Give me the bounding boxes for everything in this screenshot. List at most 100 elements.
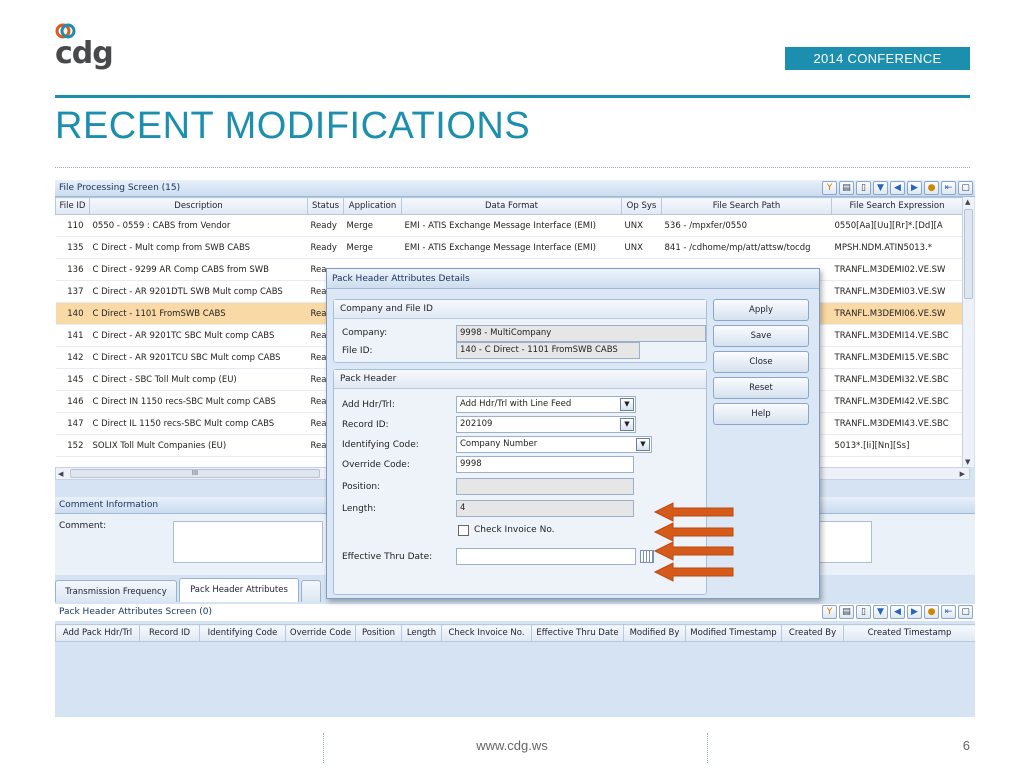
- callout-arrow-icon: [653, 562, 734, 582]
- table-cell: MPSH.NDM.ATIN5013.*: [831, 236, 963, 259]
- table-row[interactable]: 110 0550 - 0559 : CABS from Vendor Ready Me…: [55, 214, 963, 237]
- footer-url[interactable]: www.cdg.ws: [0, 738, 1024, 753]
- table-cell: TRANFL.M3DEMI02.VE.SW: [831, 258, 963, 281]
- next-icon[interactable]: ▶: [907, 181, 922, 195]
- col-header[interactable]: Description: [89, 197, 308, 215]
- record-id-dropdown[interactable]: 202109 ▼: [456, 416, 636, 433]
- table-cell: 0550 - 0559 : CABS from Vendor: [89, 214, 308, 237]
- comment-textarea-end[interactable]: [815, 521, 872, 563]
- check-invoice-label: Check Invoice No.: [474, 525, 555, 535]
- file-id-label: File ID:: [342, 346, 373, 356]
- tab-pack-header-attributes[interactable]: Pack Header Attributes: [179, 578, 299, 602]
- col-header[interactable]: Modified Timestamp: [685, 624, 782, 642]
- prev-icon[interactable]: ◀: [890, 181, 905, 195]
- table-cell: EMI - ATIS Exchange Message Interface (E…: [401, 236, 622, 259]
- tab-transmission-frequency[interactable]: Transmission Frequency: [55, 580, 177, 602]
- col-header[interactable]: Effective Thru Date: [531, 624, 624, 642]
- table-cell: 140: [55, 302, 90, 325]
- scroll-right-icon[interactable]: ▶: [960, 470, 965, 478]
- identifying-code-label: Identifying Code:: [342, 440, 419, 450]
- save-icon[interactable]: ▼: [873, 181, 888, 195]
- table-cell: 135: [55, 236, 90, 259]
- tab-hidden[interactable]: [301, 580, 321, 602]
- col-header[interactable]: Position: [355, 624, 402, 642]
- chevron-down-icon[interactable]: ▼: [636, 438, 650, 451]
- close-button[interactable]: Close: [713, 351, 809, 373]
- calendar-icon[interactable]: [640, 550, 654, 563]
- scroll-up-icon[interactable]: ▲: [965, 198, 970, 206]
- col-header[interactable]: File ID: [55, 197, 90, 215]
- table-cell: 110: [55, 214, 90, 237]
- col-header[interactable]: Status: [307, 197, 344, 215]
- next-icon[interactable]: ▶: [907, 605, 922, 619]
- scroll-left-icon[interactable]: ◀: [58, 470, 63, 478]
- title-rule: [55, 95, 970, 98]
- effective-thru-input[interactable]: [456, 548, 636, 565]
- pack-header-dialog: Pack Header Attributes Details Company a…: [326, 268, 820, 599]
- table-cell: C Direct IN 1150 recs-SBC Mult comp CABS: [89, 390, 308, 413]
- top-toolbar: Y ▤ ▯ ▼ ◀ ▶ ● ⇤ ▢: [822, 181, 973, 195]
- table-cell: Merge: [343, 214, 402, 237]
- chevron-down-icon[interactable]: ▼: [620, 418, 634, 431]
- col-header[interactable]: Identifying Code: [199, 624, 286, 642]
- table-cell: C Direct - SBC Toll Mult comp (EU): [89, 368, 308, 391]
- col-header[interactable]: Add Pack Hdr/Trl: [55, 624, 140, 642]
- position-label: Position:: [342, 482, 381, 492]
- record-id-value: 202109: [460, 419, 493, 429]
- check-invoice-checkbox[interactable]: [458, 525, 469, 536]
- save-button[interactable]: Save: [713, 325, 809, 347]
- col-header[interactable]: Op Sys: [621, 197, 662, 215]
- filter-icon[interactable]: Y: [822, 605, 837, 619]
- reset-button[interactable]: Reset: [713, 377, 809, 399]
- col-header[interactable]: Record ID: [139, 624, 200, 642]
- table-cell: 841 - /cdhome/mp/att/attsw/tocdg: [661, 236, 832, 259]
- scroll-down-icon[interactable]: ▼: [965, 458, 970, 466]
- table-row[interactable]: 135 C Direct - Mult comp from SWB CABS Rea…: [55, 236, 963, 259]
- export-icon[interactable]: ▤: [839, 181, 854, 195]
- save-icon[interactable]: ▼: [873, 605, 888, 619]
- chevron-down-icon[interactable]: ▼: [620, 398, 634, 411]
- folder-icon[interactable]: ●: [924, 181, 939, 195]
- pack-header-group-title: Pack Header: [334, 370, 706, 389]
- first-icon[interactable]: ⇤: [941, 181, 956, 195]
- first-icon[interactable]: ⇤: [941, 605, 956, 619]
- vertical-scroll-thumb[interactable]: [964, 209, 973, 299]
- file-processing-header: File Processing Screen (15) Y ▤ ▯ ▼ ◀ ▶ …: [55, 180, 975, 197]
- col-header[interactable]: Modified By: [623, 624, 686, 642]
- length-label: Length:: [342, 504, 377, 514]
- col-header[interactable]: Created Timestamp: [843, 624, 975, 642]
- length-field: 4: [456, 500, 634, 517]
- apply-button[interactable]: Apply: [713, 299, 809, 321]
- identifying-code-value: Company Number: [460, 439, 538, 449]
- help-button[interactable]: Help: [713, 403, 809, 425]
- col-header[interactable]: File Search Expression: [831, 197, 963, 215]
- footer-divider: [707, 733, 708, 763]
- filter-icon[interactable]: Y: [822, 181, 837, 195]
- table-cell: SOLIX Toll Mult Companies (EU): [89, 434, 308, 457]
- identifying-code-dropdown[interactable]: Company Number ▼: [456, 436, 652, 453]
- table-cell: 146: [55, 390, 90, 413]
- col-header[interactable]: Override Code: [285, 624, 356, 642]
- document-icon[interactable]: ▯: [856, 181, 871, 195]
- company-label: Company:: [342, 328, 388, 338]
- folder-icon[interactable]: ●: [924, 605, 939, 619]
- window-icon[interactable]: ▢: [958, 181, 973, 195]
- col-header[interactable]: Check Invoice No.: [441, 624, 532, 642]
- document-icon[interactable]: ▯: [856, 605, 871, 619]
- horizontal-scroll-thumb[interactable]: III: [70, 469, 320, 478]
- col-header[interactable]: File Search Path: [661, 197, 832, 215]
- file-id-field: 140 - C Direct - 1101 FromSWB CABS: [456, 342, 640, 359]
- pack-header-group: Pack Header Add Hdr/Trl: Add Hdr/Trl wit…: [333, 369, 707, 595]
- override-code-input[interactable]: 9998: [456, 456, 634, 473]
- add-hdr-dropdown[interactable]: Add Hdr/Trl with Line Feed ▼: [456, 396, 636, 413]
- window-icon[interactable]: ▢: [958, 605, 973, 619]
- col-header[interactable]: Application: [343, 197, 402, 215]
- vertical-scrollbar[interactable]: ▲ ▼: [962, 197, 974, 467]
- col-header[interactable]: Length: [401, 624, 442, 642]
- col-header[interactable]: Created By: [781, 624, 844, 642]
- comment-textarea[interactable]: [173, 521, 323, 563]
- callout-arrow-icon: [653, 541, 734, 561]
- prev-icon[interactable]: ◀: [890, 605, 905, 619]
- col-header[interactable]: Data Format: [401, 197, 622, 215]
- export-icon[interactable]: ▤: [839, 605, 854, 619]
